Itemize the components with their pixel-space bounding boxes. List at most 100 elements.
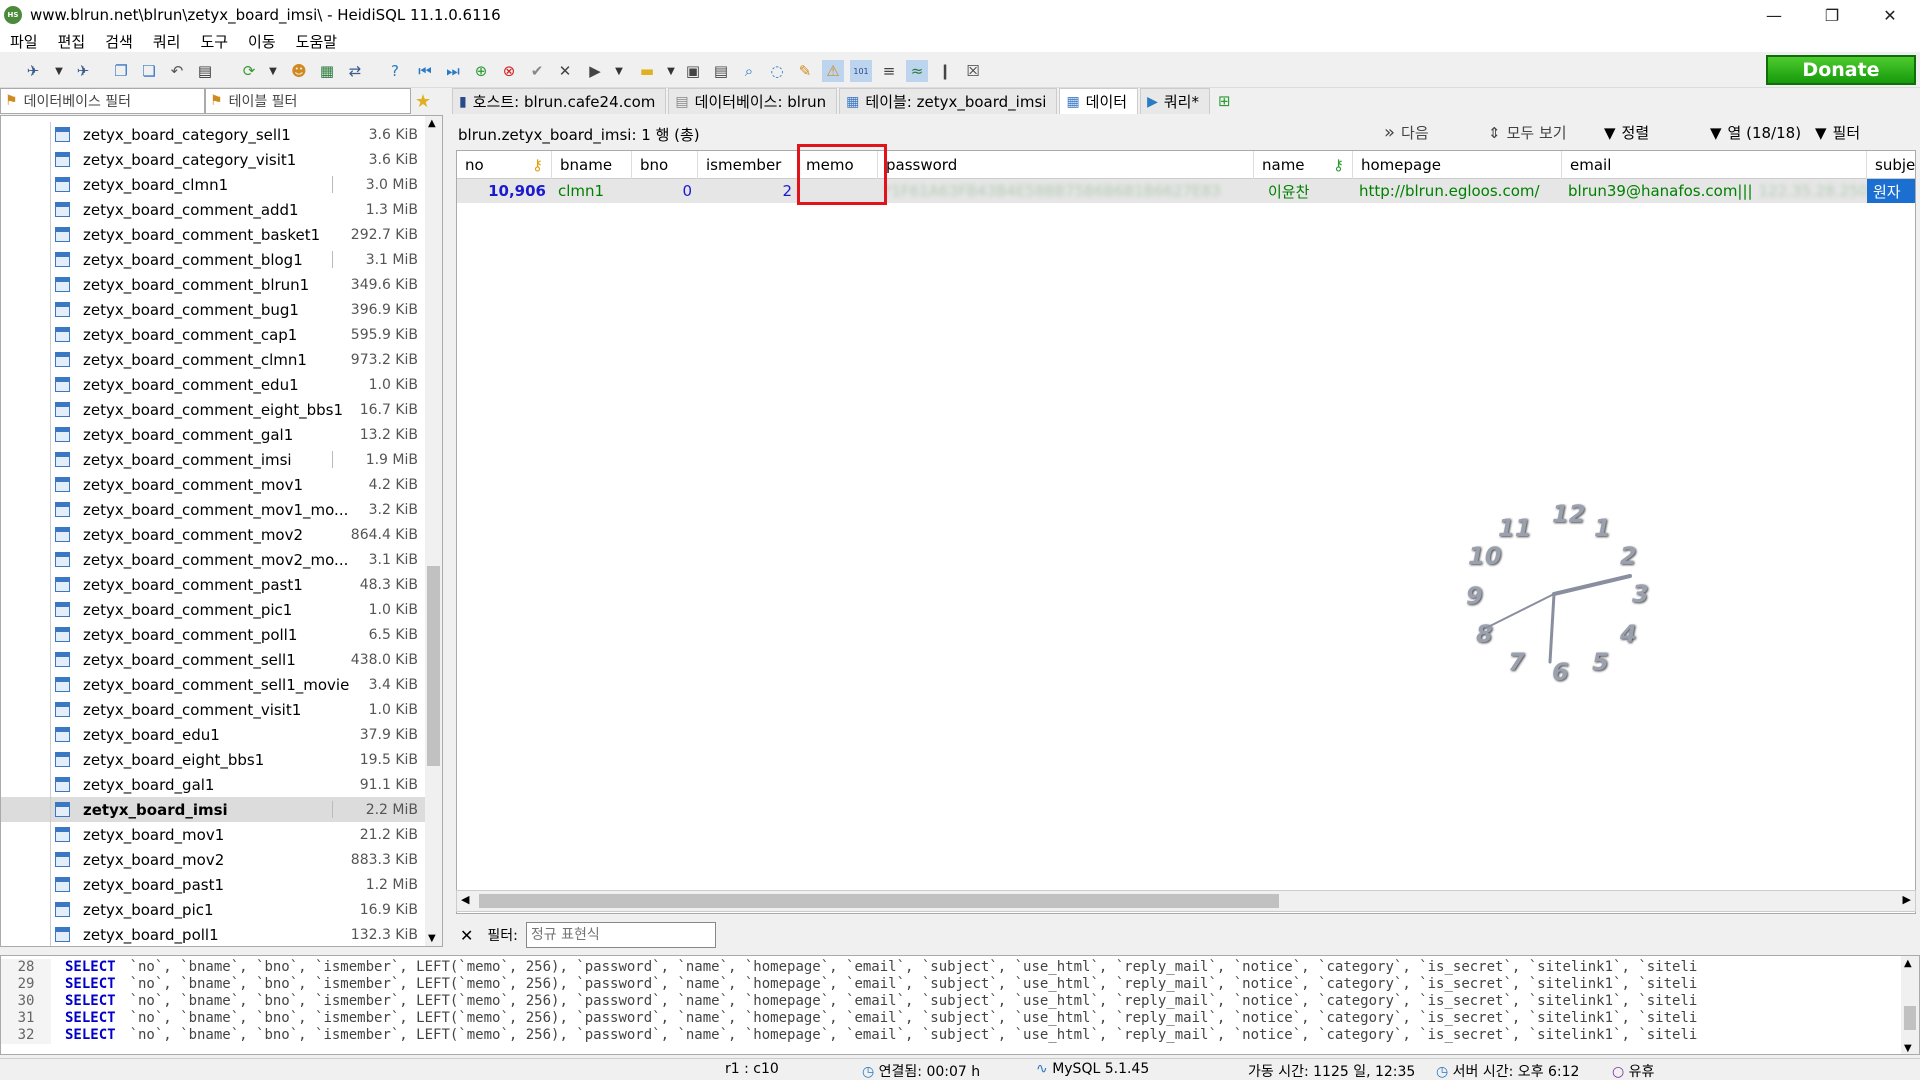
format-sql-icon[interactable]: ≈ — [906, 60, 928, 82]
tree-item[interactable]: zetyx_board_category_sell1 3.6 KiB — [1, 122, 426, 147]
table-row[interactable]: 10,906 clmn1 0 2 *1F61A63FB43B4E58BB75B6… — [457, 179, 1915, 203]
scroll-left-icon[interactable]: ◀ — [461, 893, 469, 906]
undo-icon[interactable]: ↶ — [166, 60, 188, 82]
open-dropdown-icon[interactable]: ▼ — [660, 60, 682, 82]
column-header-ismember[interactable]: ismember — [698, 151, 798, 179]
clear-icon[interactable]: ✎ — [794, 60, 816, 82]
run-dropdown-icon[interactable]: ▼ — [608, 60, 630, 82]
delete-record-icon[interactable]: ⊗ — [498, 60, 520, 82]
tree-item[interactable]: zetyx_board_comment_basket1 292.7 KiB — [1, 222, 426, 247]
close-tab-icon[interactable]: ☒ — [962, 60, 984, 82]
restore-button[interactable]: ❐ — [1803, 0, 1861, 30]
scroll-right-icon[interactable]: ▶ — [1903, 893, 1911, 906]
column-header-bno[interactable]: bno — [632, 151, 698, 179]
column-header-no[interactable]: no ⚷ — [457, 151, 552, 179]
cell-email[interactable]: blrun39@hanafos.com||| 122.35.28.250 — [1562, 179, 1867, 203]
help-icon[interactable]: ? — [384, 60, 406, 82]
tree-item[interactable]: zetyx_board_mov2 883.3 KiB — [1, 847, 426, 872]
scroll-down-icon[interactable]: ▼ — [428, 933, 436, 944]
tree-item[interactable]: zetyx_board_comment_blrun1 349.6 KiB — [1, 272, 426, 297]
tree-vertical-scrollbar[interactable]: ▲ ▼ — [425, 116, 442, 946]
cancel-edit-icon[interactable]: ✕ — [554, 60, 576, 82]
find-again-icon[interactable]: ◌ — [766, 60, 788, 82]
tree-item[interactable]: zetyx_board_comment_past1 48.3 KiB — [1, 572, 426, 597]
tree-item[interactable]: zetyx_board_imsi 2.2 MiB — [1, 797, 426, 822]
columns-button[interactable]: ▼ 열 (18/18) — [1710, 122, 1801, 143]
column-header-subject[interactable]: subjec — [1867, 151, 1915, 179]
sync-icon[interactable]: ⇄ — [344, 60, 366, 82]
tree-item[interactable]: zetyx_board_comment_sell1 438.0 KiB — [1, 647, 426, 672]
column-header-name[interactable]: name ⚷ — [1254, 151, 1353, 179]
export-icon[interactable]: ▦ — [316, 60, 338, 82]
sort-button[interactable]: ▼ 정렬 — [1604, 122, 1649, 143]
tree-item[interactable]: zetyx_board_comment_gal1 13.2 KiB — [1, 422, 426, 447]
tree-item[interactable]: zetyx_board_gal1 91.1 KiB — [1, 772, 426, 797]
minimize-button[interactable]: — — [1745, 0, 1803, 30]
add-record-icon[interactable]: ⊕ — [470, 60, 492, 82]
cell-ismember[interactable]: 2 — [698, 179, 798, 203]
tree-item[interactable]: zetyx_board_comment_imsi 1.9 MiB — [1, 447, 426, 472]
filter-button[interactable]: ▼ 필터 — [1815, 122, 1860, 143]
column-header-password[interactable]: password — [878, 151, 1254, 179]
refresh-icon[interactable]: ⟳ — [238, 60, 260, 82]
table-filter-input[interactable]: ⚑ 테이블 필터 — [205, 88, 411, 114]
menu-tools[interactable]: 도구 — [190, 31, 238, 52]
tree-item[interactable]: zetyx_board_comment_clmn1 973.2 KiB — [1, 347, 426, 372]
tree-item[interactable]: zetyx_board_comment_cap1 595.9 KiB — [1, 322, 426, 347]
menu-help[interactable]: 도움말 — [286, 31, 347, 52]
warning-icon[interactable]: ⚠ — [822, 60, 844, 82]
tree-item[interactable]: zetyx_board_comment_visit1 1.0 KiB — [1, 697, 426, 722]
regex-filter-input[interactable] — [525, 922, 716, 948]
tree-item[interactable]: zetyx_board_past1 1.2 MiB — [1, 872, 426, 897]
tree-item[interactable]: zetyx_board_comment_bug1 396.9 KiB — [1, 297, 426, 322]
tree-item[interactable]: zetyx_board_clmn1 3.0 MiB — [1, 172, 426, 197]
cell-name[interactable]: 이윤찬 — [1254, 179, 1353, 203]
column-header-email[interactable]: email — [1562, 151, 1867, 179]
open-file-icon[interactable]: ▬ — [636, 60, 658, 82]
cell-bno[interactable]: 0 — [632, 179, 698, 203]
tab-table[interactable]: ▦ 테이블: zetyx_board_imsi — [839, 88, 1058, 114]
tree-item[interactable]: zetyx_board_comment_eight_bbs1 16.7 KiB — [1, 397, 426, 422]
tree-item[interactable]: zetyx_board_eight_bbs1 19.5 KiB — [1, 747, 426, 772]
last-record-icon[interactable]: ⏭ — [442, 60, 464, 82]
tree-item[interactable]: zetyx_board_comment_mov1 4.2 KiB — [1, 472, 426, 497]
connect-icon[interactable]: ✈ — [22, 60, 44, 82]
menu-file[interactable]: 파일 — [0, 31, 48, 52]
tree-item[interactable]: zetyx_board_poll1 132.3 KiB — [1, 922, 426, 946]
close-button[interactable]: ✕ — [1861, 0, 1919, 30]
save-as-icon[interactable]: ▤ — [710, 60, 732, 82]
scroll-down-icon[interactable]: ▼ — [1904, 1043, 1912, 1054]
tree-item[interactable]: zetyx_board_edu1 37.9 KiB — [1, 722, 426, 747]
cell-subject[interactable]: 원자 — [1867, 179, 1915, 203]
column-header-bname[interactable]: bname — [552, 151, 632, 179]
post-record-icon[interactable]: ✔ — [526, 60, 548, 82]
tree-item[interactable]: zetyx_board_comment_mov1_mo... 3.2 KiB — [1, 497, 426, 522]
cell-bname[interactable]: clmn1 — [552, 179, 632, 203]
next-button[interactable]: » 다음 — [1384, 122, 1429, 143]
print-icon[interactable]: ▤ — [194, 60, 216, 82]
scroll-up-icon[interactable]: ▲ — [1904, 958, 1912, 969]
tab-query[interactable]: ▶ 쿼리* — [1140, 88, 1210, 114]
find-icon[interactable]: ⌕ — [738, 60, 760, 82]
cell-homepage[interactable]: http://blrun.egloos.com/ — [1353, 179, 1562, 203]
new-query-tab-button[interactable]: ⊞ — [1211, 88, 1241, 114]
first-record-icon[interactable]: ⏮ — [414, 60, 436, 82]
close-filter-icon[interactable]: ✕ — [460, 926, 473, 945]
paste-icon[interactable]: ❏ — [138, 60, 160, 82]
tree-item[interactable]: zetyx_board_comment_mov2 864.4 KiB — [1, 522, 426, 547]
tree-item[interactable]: zetyx_board_pic1 16.9 KiB — [1, 897, 426, 922]
grid-horizontal-scrollbar[interactable]: ◀ ▶ — [456, 890, 1916, 912]
tree-scroll-thumb[interactable] — [427, 566, 440, 766]
database-filter-input[interactable]: ⚑ 데이터베이스 필터 — [0, 88, 205, 114]
tree-item[interactable]: zetyx_board_mov1 21.2 KiB — [1, 822, 426, 847]
copy-icon[interactable]: ❐ — [110, 60, 132, 82]
grid-scroll-thumb[interactable] — [479, 894, 1279, 908]
tab-data[interactable]: ▦ 데이터 — [1059, 88, 1139, 114]
tree-item[interactable]: zetyx_board_comment_sell1_movie 3.4 KiB — [1, 672, 426, 697]
disconnect-icon[interactable]: ✈ — [72, 60, 94, 82]
menu-goto[interactable]: 이동 — [238, 31, 286, 52]
cell-password[interactable]: *1F61A63FB43B4E58BB75B6B6B1B6627E83 — [878, 179, 1254, 203]
sql-scroll-thumb[interactable] — [1904, 1006, 1916, 1030]
tree-item[interactable]: zetyx_board_comment_mov2_mo... 3.1 KiB — [1, 547, 426, 572]
refresh-dropdown-icon[interactable]: ▼ — [262, 60, 284, 82]
